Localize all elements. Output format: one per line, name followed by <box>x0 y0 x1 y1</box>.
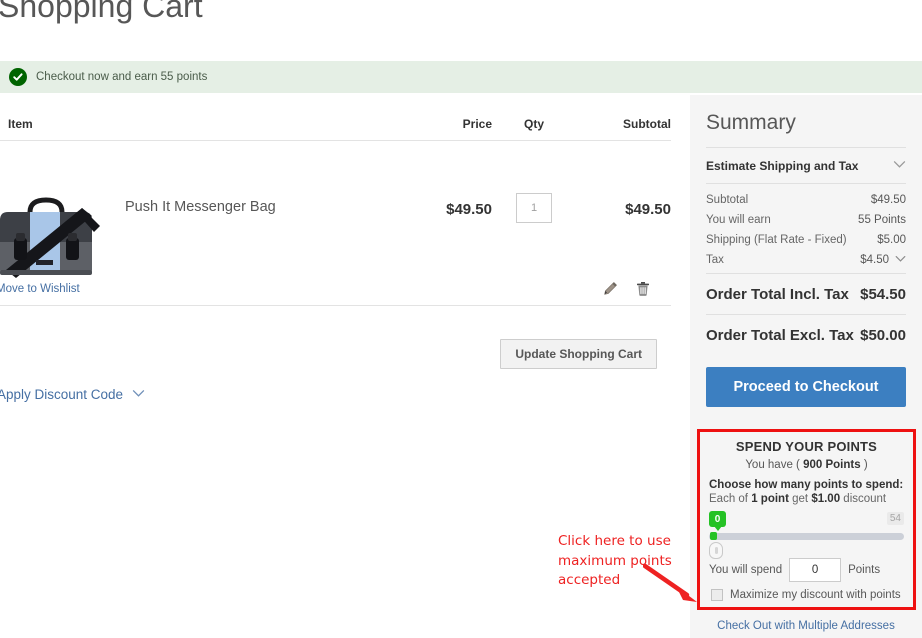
order-total-incl-tax: Order Total Incl. Tax $54.50 <box>706 274 906 315</box>
cart-table-header: Item Price Qty Subtotal <box>0 105 671 141</box>
proceed-to-checkout-button[interactable]: Proceed to Checkout <box>706 367 906 407</box>
column-header-subtotal: Subtotal <box>623 117 671 131</box>
choose-points-label: Choose how many points to spend: <box>709 479 904 491</box>
points-balance-prefix: You have ( <box>745 459 800 471</box>
order-total-excl-tax-label: Order Total Excl. Tax <box>706 327 854 344</box>
spend-your-points-title: SPEND YOUR POINTS <box>735 439 878 454</box>
maximize-discount-row[interactable]: Maximize my discount with points <box>711 589 904 601</box>
summary-line-label: Shipping (Flat Rate - Fixed) <box>706 234 847 246</box>
trash-icon[interactable] <box>636 281 650 297</box>
check-out-multiple-addresses-link[interactable]: Check Out with Multiple Addresses <box>690 620 922 632</box>
points-unit-label: Points <box>848 564 881 576</box>
summary-line-label: Subtotal <box>706 194 749 206</box>
pencil-icon[interactable] <box>603 281 618 297</box>
points-each-point: 1 point <box>751 493 789 505</box>
points-conversion-label: Each of 1 point get $1.00 discount <box>709 493 904 505</box>
slider-track[interactable] <box>709 533 904 540</box>
summary-line-value: $5.00 <box>877 234 906 246</box>
row-actions: Move to Wishlist <box>0 281 671 297</box>
order-total-excl-tax-value: $50.00 <box>860 327 906 344</box>
summary-line-value-group: $4.50 <box>860 254 906 266</box>
order-total-incl-tax-value: $54.50 <box>860 286 906 303</box>
reward-banner-text: Checkout now and earn 55 points <box>36 71 208 83</box>
shopping-cart-page: Shopping Cart Checkout now and earn 55 p… <box>0 0 922 638</box>
maximize-discount-checkbox[interactable] <box>711 589 723 601</box>
order-total-incl-tax-label: Order Total Incl. Tax <box>706 286 849 303</box>
you-will-spend-row: You will spend Points <box>709 558 904 582</box>
summary-title: Summary <box>706 95 906 148</box>
chevron-down-icon[interactable] <box>895 255 906 266</box>
qty-input[interactable] <box>516 193 552 223</box>
summary-line: Shipping (Flat Rate - Fixed) $5.00 <box>706 230 906 250</box>
apply-discount-code-link[interactable]: Apply Discount Code <box>0 387 123 402</box>
move-to-wishlist-link[interactable]: Move to Wishlist <box>0 283 80 295</box>
slider-max-value-label: 54 <box>886 512 904 525</box>
table-row: Push It Messenger Bag $49.50 $49.50 Move… <box>0 141 671 306</box>
order-total-excl-tax: Order Total Excl. Tax $50.00 <box>706 315 906 355</box>
points-each-amount: $1.00 <box>811 493 841 505</box>
row-icon-group <box>603 281 671 297</box>
summary-line-value: $4.50 <box>860 254 889 266</box>
column-header-price: Price <box>462 117 492 131</box>
summary-line-value: 55 Points <box>858 214 906 226</box>
slider-handle[interactable] <box>710 532 717 540</box>
points-each-middle: get <box>792 493 809 505</box>
maximize-discount-label: Maximize my discount with points <box>730 589 901 601</box>
reward-banner: Checkout now and earn 55 points <box>0 61 922 93</box>
slider-current-value-bubble: 0 <box>709 511 726 531</box>
chevron-down-icon <box>893 160 906 172</box>
you-will-spend-label: You will spend <box>709 564 783 576</box>
slider-pin-handle[interactable] <box>709 542 723 559</box>
spend-your-points-box: SPEND YOUR POINTS You have ( 900 Points … <box>697 429 916 610</box>
summary-lines: Subtotal $49.50 You will earn 55 Points … <box>706 184 906 274</box>
summary-line-value: $49.50 <box>870 194 906 206</box>
annotation-arrow-icon <box>642 562 705 610</box>
summary-line: You will earn 55 Points <box>706 210 906 230</box>
update-shopping-cart-button[interactable]: Update Shopping Cart <box>500 339 657 369</box>
column-header-qty: Qty <box>523 117 544 131</box>
points-each-suffix: discount <box>843 493 887 505</box>
points-slider[interactable]: 0 54 <box>709 511 904 559</box>
points-each-prefix: Each of <box>709 493 748 505</box>
page-title: Shopping Cart <box>0 0 203 24</box>
apply-discount-code-block[interactable]: Apply Discount Code <box>0 387 145 402</box>
chevron-down-icon <box>132 389 145 401</box>
points-balance-value: 900 Points <box>803 459 861 471</box>
column-header-item: Item <box>8 117 33 131</box>
points-spend-input[interactable] <box>789 558 842 582</box>
points-balance: You have ( 900 Points ) <box>709 459 904 471</box>
summary-line-label: Tax <box>706 254 724 266</box>
cart-actions: Update Shopping Cart <box>0 339 671 369</box>
estimate-shipping-label: Estimate Shipping and Tax <box>706 159 859 173</box>
summary-line-tax[interactable]: Tax $4.50 <box>706 250 906 274</box>
summary-line-label: You will earn <box>706 214 771 226</box>
summary-line: Subtotal $49.50 <box>706 190 906 210</box>
cart-table: Item Price Qty Subtotal Push It Messenge… <box>0 105 671 306</box>
check-circle-icon <box>9 68 27 86</box>
product-image <box>0 186 108 296</box>
estimate-shipping-and-tax-toggle[interactable]: Estimate Shipping and Tax <box>706 148 906 184</box>
points-balance-suffix: ) <box>863 459 868 471</box>
